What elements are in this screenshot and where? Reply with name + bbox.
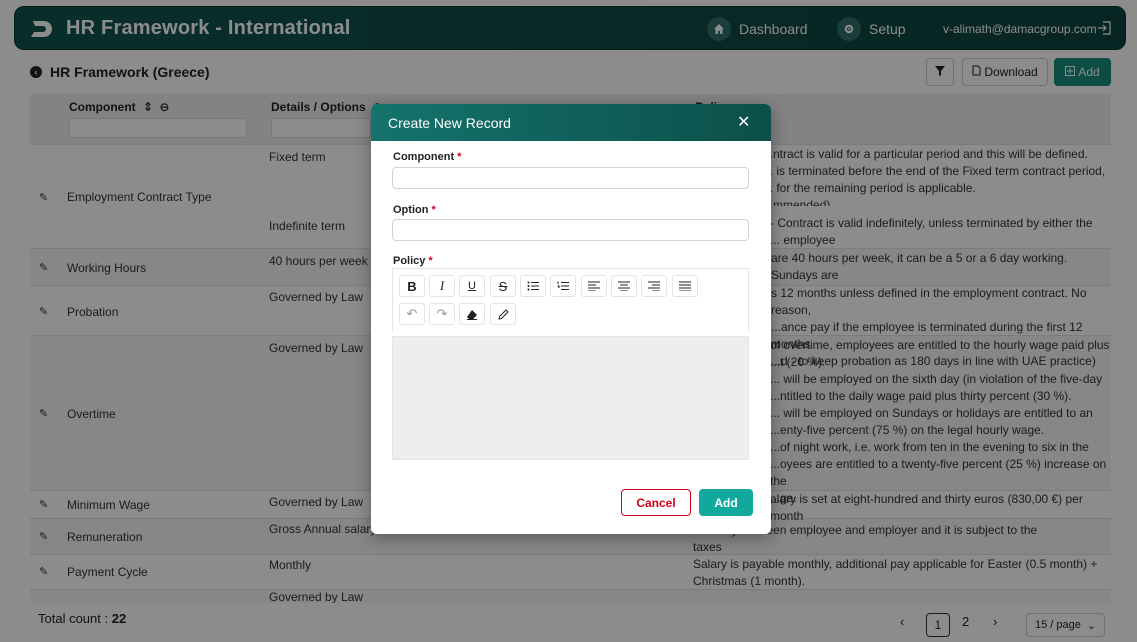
- component-input[interactable]: [392, 167, 749, 189]
- numbered-list-icon[interactable]: [550, 275, 576, 297]
- bold-icon[interactable]: B: [399, 275, 425, 297]
- eraser-icon[interactable]: [459, 303, 485, 325]
- underline-icon[interactable]: U: [459, 275, 485, 297]
- align-right-icon[interactable]: [641, 275, 667, 297]
- policy-label: Policy *: [393, 255, 433, 267]
- align-center-icon[interactable]: [611, 275, 637, 297]
- component-label: Component *: [393, 151, 462, 163]
- undo-icon[interactable]: ↶: [399, 303, 425, 325]
- policy-editor[interactable]: [392, 336, 749, 460]
- italic-icon[interactable]: I: [429, 275, 455, 297]
- align-justify-icon[interactable]: [672, 275, 698, 297]
- rich-text-toolbar: B I U S ↶ ↷: [392, 268, 749, 332]
- pencil-icon[interactable]: [490, 303, 516, 325]
- add-button[interactable]: Add: [699, 489, 753, 516]
- strikethrough-icon[interactable]: S: [490, 275, 516, 297]
- cancel-button[interactable]: Cancel: [621, 489, 691, 516]
- align-left-icon[interactable]: [581, 275, 607, 297]
- bullet-list-icon[interactable]: [520, 275, 546, 297]
- close-icon[interactable]: ✕: [737, 112, 750, 132]
- dialog-header: Create New Record ✕: [371, 104, 771, 141]
- dialog-title: Create New Record: [388, 115, 511, 131]
- create-record-dialog: Create New Record ✕ Component * Option * P…: [371, 104, 771, 534]
- option-label: Option *: [393, 204, 436, 216]
- redo-icon[interactable]: ↷: [429, 303, 455, 325]
- option-input[interactable]: [392, 219, 749, 241]
